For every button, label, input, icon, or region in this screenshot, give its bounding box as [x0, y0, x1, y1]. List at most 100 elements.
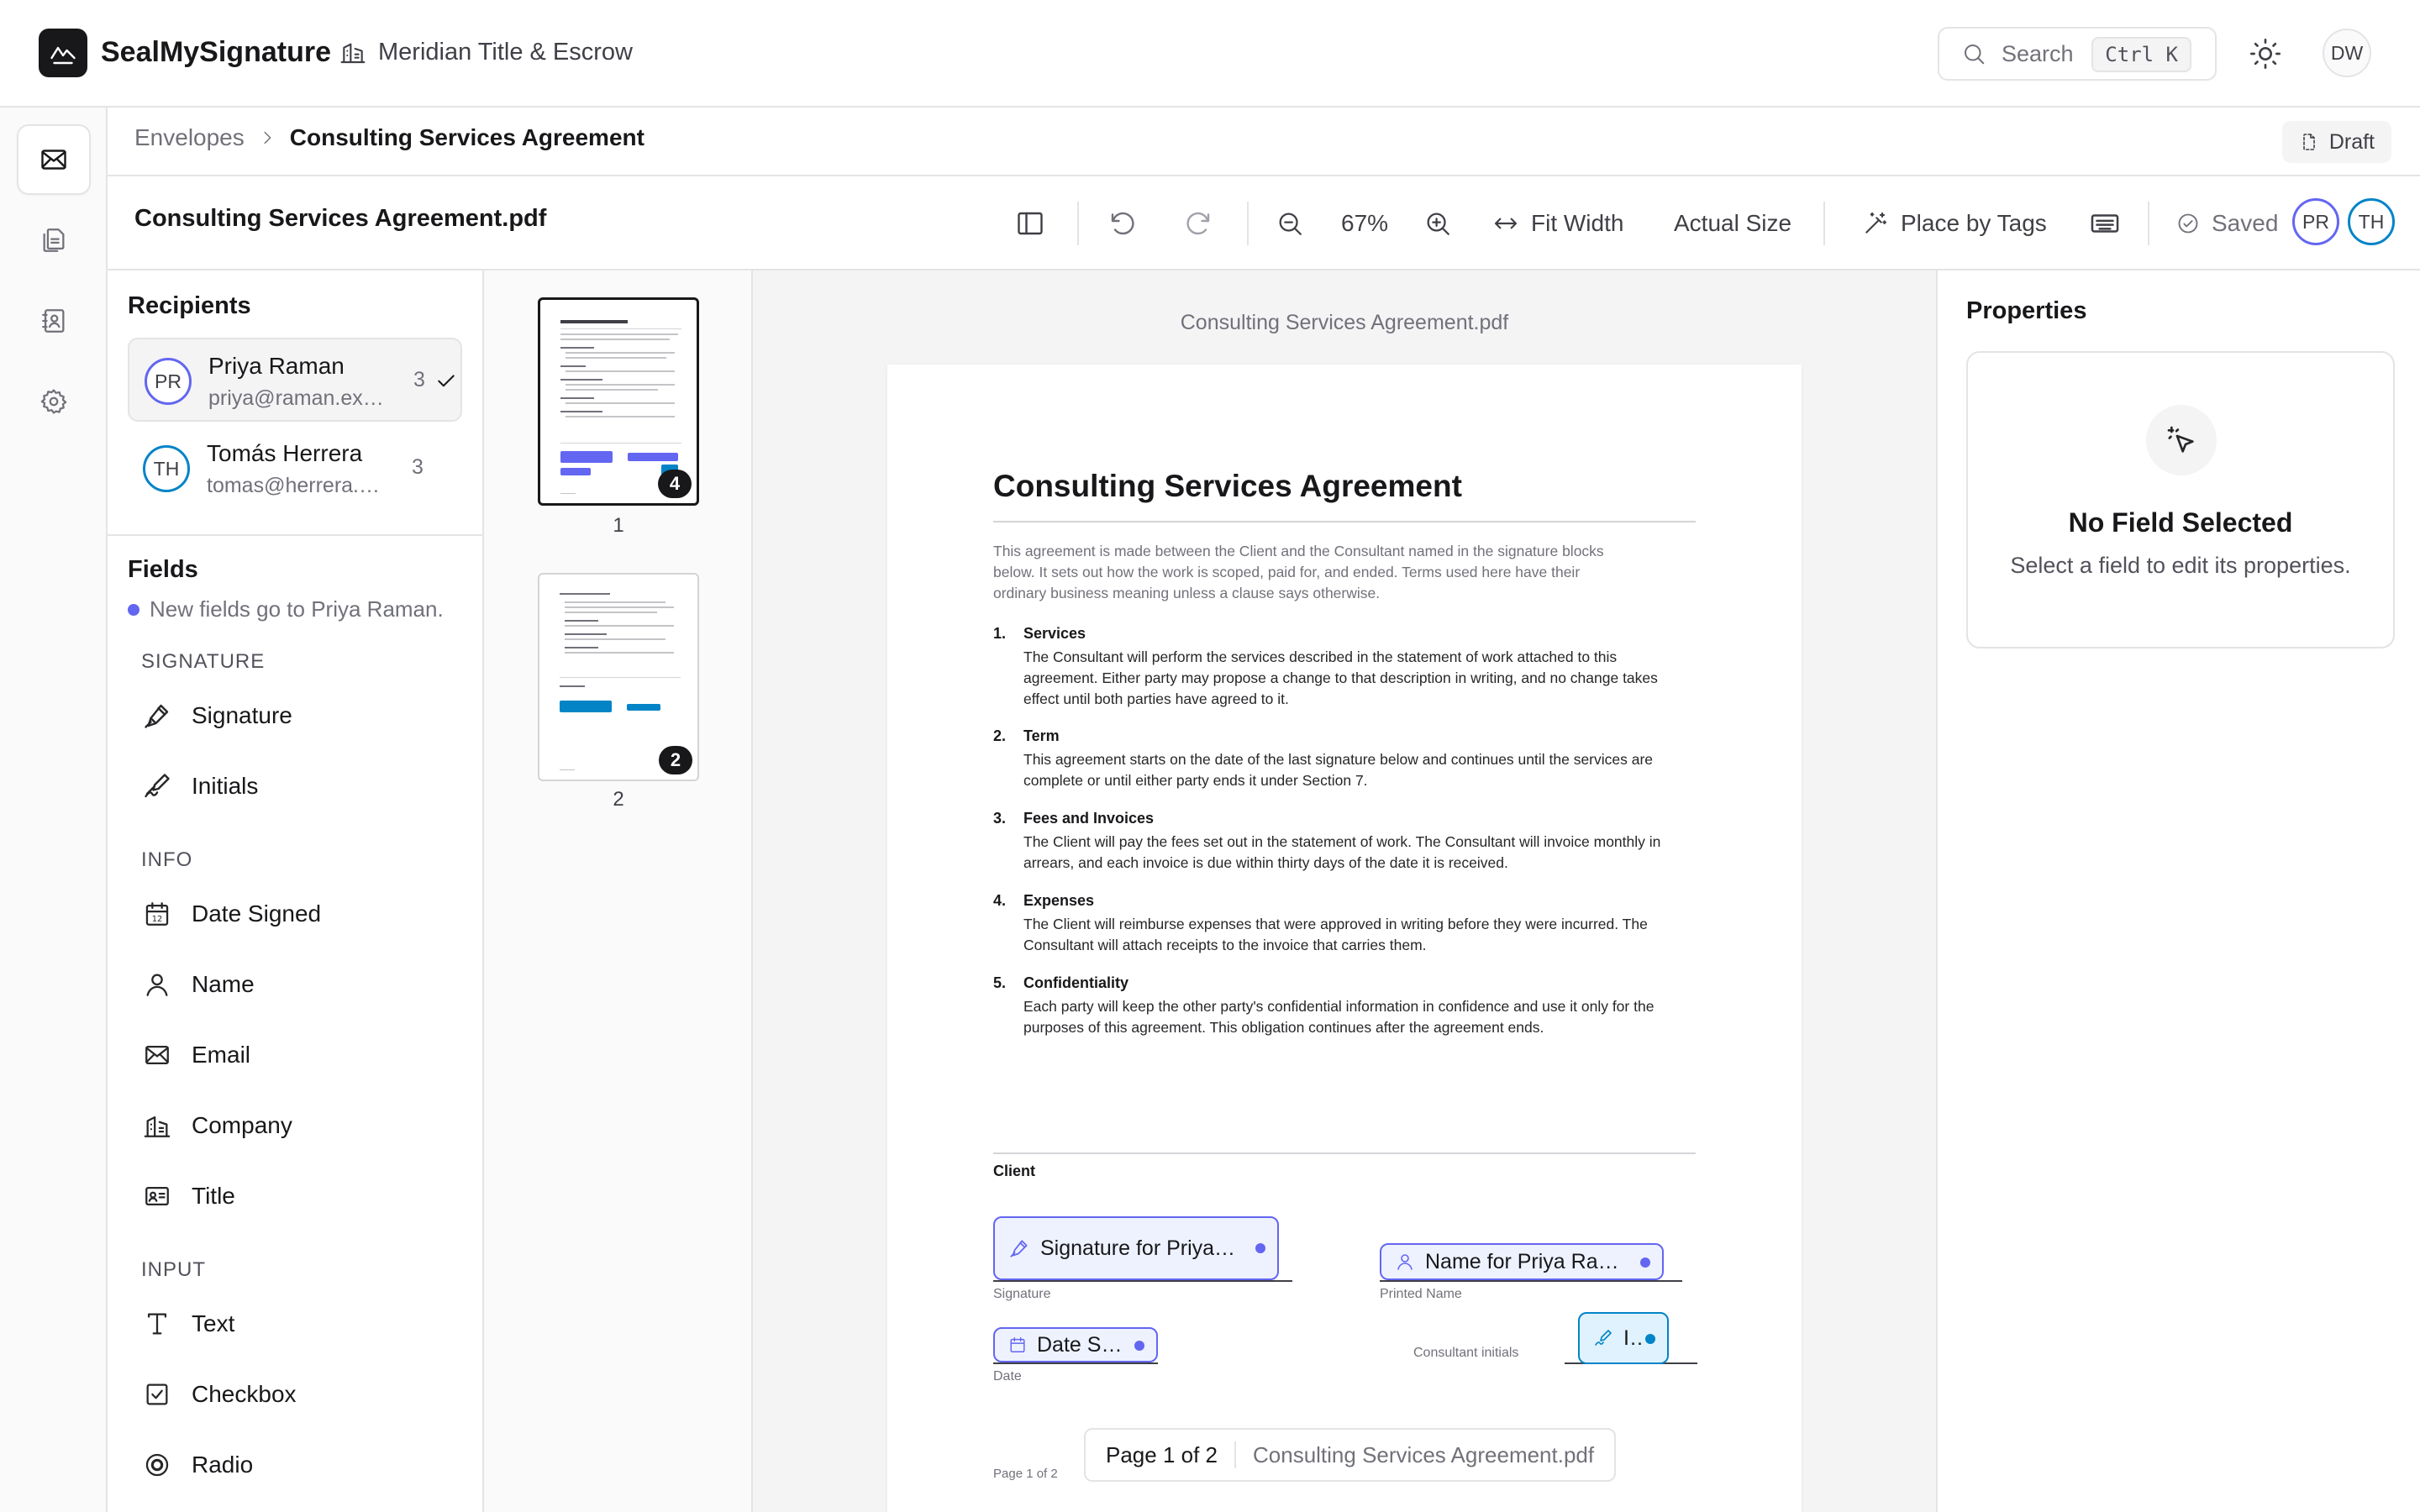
clause-number: 4.: [993, 892, 1007, 909]
keyboard-shortcuts-button[interactable]: [2089, 200, 2121, 247]
recipient-field-count: 3: [412, 455, 424, 479]
user-avatar[interactable]: DW: [2323, 29, 2371, 77]
clause-heading: Term: [1023, 727, 1060, 744]
fields-hint-text: New fields go to Priya Raman.: [150, 596, 444, 622]
nav-contacts[interactable]: [17, 286, 91, 356]
zoom-out-button[interactable]: [1276, 200, 1304, 247]
field-company[interactable]: Company: [141, 1102, 292, 1149]
printed-name-label: Printed Name: [1380, 1287, 1462, 1301]
logo-icon[interactable]: [39, 29, 87, 77]
chevron-right-icon: [258, 129, 276, 147]
breadcrumb-envelopes-link[interactable]: Envelopes: [134, 124, 245, 151]
actual-size-button[interactable]: Actual Size: [1674, 200, 1791, 247]
undo-button[interactable]: [1107, 200, 1138, 247]
recipient-item[interactable]: PR Priya Raman priya@raman.example 3: [128, 338, 462, 422]
initials-pen-icon: [141, 770, 173, 802]
document-title: Consulting Services Agreement: [993, 469, 1462, 503]
date-line-label: Date: [993, 1369, 1022, 1383]
pen-icon: [141, 700, 173, 732]
person-icon: [141, 969, 173, 1000]
clause-body: The Client will reimburse expenses that …: [1023, 916, 1648, 953]
field-initials[interactable]: Initials: [141, 763, 258, 810]
field-email[interactable]: Email: [141, 1032, 250, 1079]
redo-button[interactable]: [1183, 200, 1213, 247]
sidebar-panel-icon: [1015, 208, 1045, 239]
field-label: Signature: [192, 702, 292, 728]
recipient-avatar-pr[interactable]: PR: [2292, 198, 2339, 245]
toolbar-divider: [1247, 202, 1249, 245]
undo-icon: [1107, 208, 1138, 239]
field-text[interactable]: Text: [141, 1300, 234, 1347]
recipient-name: Priya Raman: [208, 353, 345, 379]
client-heading: Client: [993, 1163, 1036, 1179]
gear-icon: [39, 387, 68, 416]
field-label: Checkbox: [192, 1381, 297, 1407]
svg-text:12: 12: [152, 915, 163, 924]
page-number: 2: [613, 788, 624, 811]
theme-toggle-sun-icon[interactable]: [2245, 34, 2286, 74]
toggle-sidebar-button[interactable]: [1015, 200, 1045, 247]
nav-settings[interactable]: [17, 366, 91, 437]
nav-envelopes[interactable]: [17, 124, 91, 195]
field-checkbox[interactable]: Checkbox: [141, 1371, 297, 1418]
field-label: Name: [192, 971, 255, 997]
nav-documents[interactable]: [17, 205, 91, 276]
assignee-dot: [1134, 1341, 1144, 1351]
thumbnail-field-count: 4: [658, 470, 692, 498]
placed-field-label: Name for Priya Raman: [1425, 1249, 1632, 1273]
placed-name-field[interactable]: Name for Priya Raman: [1380, 1243, 1664, 1280]
save-status-label: Saved: [2212, 210, 2279, 236]
field-signature[interactable]: Signature: [141, 692, 292, 739]
search-button[interactable]: Search Ctrl K: [1938, 27, 2217, 81]
signature-line: [993, 1280, 1292, 1282]
group-label-info: INFO: [141, 848, 193, 871]
empty-state-heading: No Field Selected: [2068, 507, 2293, 538]
field-label: Company: [192, 1112, 292, 1138]
draft-file-icon: [2299, 132, 2319, 152]
recipient-avatar-th[interactable]: TH: [2348, 198, 2395, 245]
recipient-field-count: 3: [413, 368, 425, 391]
placed-initials-field[interactable]: Initials: [1578, 1312, 1669, 1364]
page-thumbnail[interactable]: 2: [538, 573, 699, 781]
recipient-item[interactable]: TH Tomás Herrera tomas@herrera.example 3: [128, 427, 462, 511]
cursor-click-icon: [2146, 405, 2217, 475]
zoom-in-icon: [1423, 209, 1452, 238]
placed-date-field[interactable]: Date Signed: [993, 1327, 1158, 1362]
document-page[interactable]: Consulting Services Agreement This agree…: [887, 365, 1802, 1512]
checkbox-icon: [141, 1378, 173, 1410]
panel-divider: [108, 534, 482, 536]
recipients-heading: Recipients: [128, 292, 251, 319]
document-canvas[interactable]: Consulting Services Agreement.pdf Consul…: [753, 270, 1936, 1512]
field-label: Email: [192, 1042, 251, 1068]
empty-state-text: Select a field to edit its properties.: [2010, 553, 2351, 578]
placed-field-label: Date Signed: [1037, 1332, 1124, 1357]
clause-number: 3.: [993, 810, 1007, 827]
calendar-icon: 12: [141, 898, 173, 930]
person-icon: [1395, 1252, 1415, 1272]
avatar: PR: [145, 358, 192, 405]
organization-name: Meridian Title & Escrow: [378, 38, 633, 66]
fit-width-label: Fit Width: [1531, 210, 1624, 236]
field-radio[interactable]: Radio: [141, 1441, 253, 1488]
fit-width-button[interactable]: Fit Width: [1492, 200, 1623, 247]
keyboard-icon: [2089, 207, 2121, 239]
clause-body: The Consultant will perform the services…: [1023, 648, 1658, 707]
mail-icon: [141, 1039, 173, 1071]
page-thumbnail[interactable]: 4: [538, 297, 699, 506]
clause-heading: Expenses: [1023, 892, 1095, 909]
placed-signature-field[interactable]: Signature for Priya Raman: [993, 1216, 1279, 1280]
zoom-in-button[interactable]: [1423, 200, 1452, 247]
building-icon: [141, 1110, 173, 1142]
recipient-email: tomas@herrera.example: [207, 474, 383, 497]
thumbnail-field-count: 2: [659, 746, 692, 774]
properties-empty-state: No Field Selected Select a field to edit…: [1966, 351, 2395, 648]
field-date-signed[interactable]: 12 Date Signed: [141, 890, 321, 937]
signature-line-label: Signature: [993, 1287, 1051, 1301]
organization-switcher[interactable]: Meridian Title & Escrow: [339, 32, 633, 72]
field-title[interactable]: Title: [141, 1173, 235, 1220]
brand-name[interactable]: SealMySignature: [101, 32, 331, 72]
toolbar-divider: [2148, 202, 2149, 245]
place-by-tags-button[interactable]: Place by Tags: [1862, 200, 2047, 247]
zoom-level[interactable]: 67%: [1341, 200, 1388, 247]
field-name[interactable]: Name: [141, 961, 255, 1008]
